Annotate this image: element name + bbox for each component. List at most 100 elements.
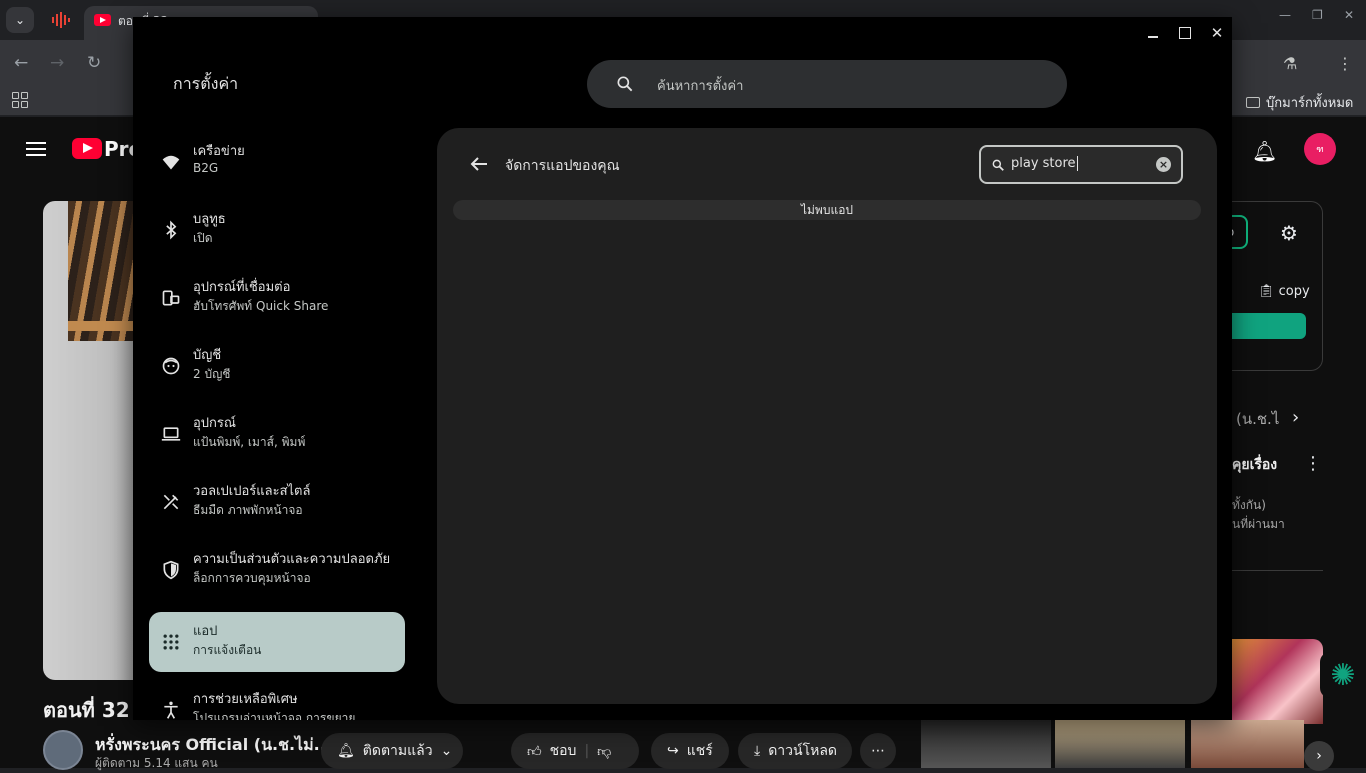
nav-item-title: ความเป็นส่วนตัวและความปลอดภัย — [193, 552, 391, 567]
menu-icon[interactable] — [26, 142, 46, 156]
nav-item-subtitle: 2 บัญชี — [193, 367, 231, 381]
nav-item-subtitle: ล็อกการควบคุมหน้าจอ — [193, 571, 311, 585]
shorts-thumbnail[interactable] — [1055, 720, 1185, 768]
search-icon — [617, 76, 633, 92]
notifications-bell-icon[interactable]: 🔔︎ — [1252, 139, 1277, 163]
thumbs-up-icon: 👍︎ — [527, 743, 542, 760]
settings-search-input[interactable]: ค้นหาการตั้งค่า — [587, 60, 1067, 108]
nav-item-connected-devices[interactable]: อุปกรณ์ที่เชื่อมต่อ ฮับโทรศัพท์ Quick Sh… — [149, 268, 405, 328]
like-button[interactable]: 👍︎ ชอบ | 👎︎ — [511, 733, 639, 769]
side-title-text: คุยเรื่อง — [1232, 457, 1278, 473]
shorts-thumbnail[interactable] — [921, 720, 1051, 768]
share-icon: ↪ — [667, 743, 679, 759]
connected-devices-icon — [162, 290, 180, 306]
nav-item-subtitle: โปรแกรมอ่านหน้าจอ การขยาย — [193, 711, 356, 720]
avatar-initial: ฑ — [1316, 145, 1324, 155]
laptop-icon — [161, 427, 181, 441]
wallpaper-style-icon — [163, 494, 179, 510]
nav-item-subtitle: การแจ้งเตือน — [193, 643, 262, 657]
side-line-1: ทั้งกัน) — [1232, 498, 1266, 512]
youtube-logo-icon[interactable] — [72, 138, 102, 159]
settings-app-title: การตั้งค่า — [173, 74, 239, 93]
tab-search-button[interactable]: ⌄ — [6, 7, 34, 33]
reload-icon[interactable]: ↻ — [87, 53, 101, 73]
gear-icon[interactable]: ⚙ — [1280, 221, 1298, 245]
nav-item-title: อุปกรณ์ที่เชื่อมต่อ — [193, 280, 291, 295]
copy-label: copy — [1278, 284, 1310, 299]
more-actions-button[interactable]: ⋯ — [860, 733, 896, 769]
forward-arrow-icon[interactable]: → — [50, 53, 64, 73]
nav-item-wallpaper-style[interactable]: วอลเปเปอร์และสไตล์ ธีมมืด ภาพพักหน้าจอ — [149, 472, 405, 532]
nav-item-title: อุปกรณ์ — [193, 416, 236, 431]
copy-button[interactable]: 📋︎ copy — [1258, 284, 1310, 299]
close-icon[interactable]: ✕ — [1208, 24, 1226, 42]
thumbs-down-icon[interactable]: 👎︎ — [597, 743, 611, 760]
text-caret — [1076, 156, 1078, 171]
nav-item-accessibility[interactable]: การช่วยเหลือพิเศษ โปรแกรมอ่านหน้าจอ การข… — [149, 680, 405, 720]
nav-item-title: การช่วยเหลือพิเศษ — [193, 692, 298, 707]
channel-avatar[interactable] — [43, 730, 83, 770]
account-icon — [162, 357, 180, 375]
restore-icon[interactable]: ❐ — [1312, 8, 1323, 22]
bookmarks-folder-label: บุ๊กมาร์กทั้งหมด — [1266, 96, 1354, 111]
nav-item-privacy-security[interactable]: ความเป็นส่วนตัวและความปลอดภัย ล็อกการควบ… — [149, 540, 405, 600]
accessibility-icon — [164, 701, 178, 719]
next-arrow-icon[interactable]: › — [1304, 741, 1334, 771]
chevron-right-icon[interactable]: › — [1292, 407, 1299, 428]
app-search-input[interactable]: play store × — [979, 145, 1183, 184]
manage-apps-panel: จัดการแอปของคุณ play store × ไม่พบแอป — [437, 128, 1217, 704]
side-channel-text: (น.ช.ไ — [1236, 410, 1280, 428]
maximize-icon[interactable] — [1176, 24, 1194, 42]
account-avatar[interactable]: ฑ — [1304, 133, 1336, 165]
share-button[interactable]: ↪ แชร์ — [651, 733, 729, 769]
no-results-message: ไม่พบแอป — [453, 200, 1201, 220]
close-icon[interactable]: ✕ — [1344, 8, 1354, 22]
minimize-icon[interactable]: — — [1279, 8, 1291, 22]
youtube-favicon-icon — [94, 14, 111, 26]
like-label: ชอบ — [549, 743, 577, 759]
nav-item-title: เครือข่าย — [193, 144, 245, 159]
search-placeholder: ค้นหาการตั้งค่า — [657, 79, 744, 94]
bell-icon: 🔔︎ — [337, 743, 355, 759]
chevron-down-icon: ⌄ — [14, 13, 26, 27]
chatgpt-extension-icon[interactable]: ✺ — [1320, 652, 1366, 698]
shorts-thumbnail[interactable] — [1191, 720, 1304, 768]
nav-item-accounts[interactable]: บัญชี 2 บัญชี — [149, 336, 405, 396]
nav-item-title: วอลเปเปอร์และสไตล์ — [193, 484, 311, 499]
clear-search-icon[interactable]: × — [1156, 157, 1171, 172]
subscribe-label: ติดตามแล้ว — [362, 743, 433, 759]
nav-item-apps[interactable]: แอป การแจ้งเตือน — [149, 612, 405, 672]
all-bookmarks-folder[interactable]: บุ๊กมาร์กทั้งหมด — [1246, 92, 1353, 113]
clipboard-icon: 📋︎ — [1258, 284, 1275, 299]
nav-item-title: แอป — [193, 624, 218, 639]
more-vertical-icon[interactable]: ⋮ — [1337, 54, 1353, 73]
download-button[interactable]: ⤓ ดาวน์โหลด — [738, 733, 852, 769]
nav-item-title: บัญชี — [193, 348, 222, 363]
settings-window: ✕ การตั้งค่า ค้นหาการตั้งค่า เครือข่าย B… — [133, 17, 1232, 720]
labs-flask-icon[interactable]: ⚗ — [1283, 54, 1297, 73]
nav-item-network[interactable]: เครือข่าย B2G — [149, 132, 405, 192]
share-label: แชร์ — [686, 743, 713, 759]
nav-item-subtitle: แป้นพิมพ์, เมาส์, พิมพ์ — [193, 435, 306, 449]
nav-item-title: บลูทูธ — [193, 212, 226, 227]
subscriber-count: ผู้ติดตาม 5.14 แสน คน — [95, 756, 218, 770]
shield-icon — [163, 560, 179, 580]
apps-shortcut-icon[interactable] — [12, 92, 28, 108]
video-title: ตอนที่ 32 พ — [43, 698, 139, 722]
divider: | — [584, 743, 590, 759]
app-search-text: play store — [1011, 156, 1076, 171]
more-vertical-icon[interactable]: ⋮ — [1304, 453, 1322, 474]
page-title: จัดการแอปของคุณ — [505, 158, 620, 174]
nav-item-bluetooth[interactable]: บลูทูธ เปิด — [149, 200, 405, 260]
nav-item-subtitle: เปิด — [193, 231, 213, 245]
download-label: ดาวน์โหลด — [768, 743, 838, 759]
back-arrow-icon[interactable]: ← — [14, 53, 28, 73]
minimize-icon[interactable] — [1144, 24, 1162, 42]
bluetooth-icon — [166, 220, 177, 240]
back-arrow-icon[interactable] — [467, 152, 491, 176]
nav-item-devices[interactable]: อุปกรณ์ แป้นพิมพ์, เมาส์, พิมพ์ — [149, 404, 405, 464]
subscribe-button[interactable]: 🔔︎ ติดตามแล้ว ⌄ — [321, 733, 463, 769]
nav-item-subtitle: ธีมมืด ภาพพักหน้าจอ — [193, 503, 303, 517]
nav-item-subtitle: ฮับโทรศัพท์ Quick Share — [193, 299, 329, 313]
audio-playing-icon[interactable] — [52, 12, 70, 28]
